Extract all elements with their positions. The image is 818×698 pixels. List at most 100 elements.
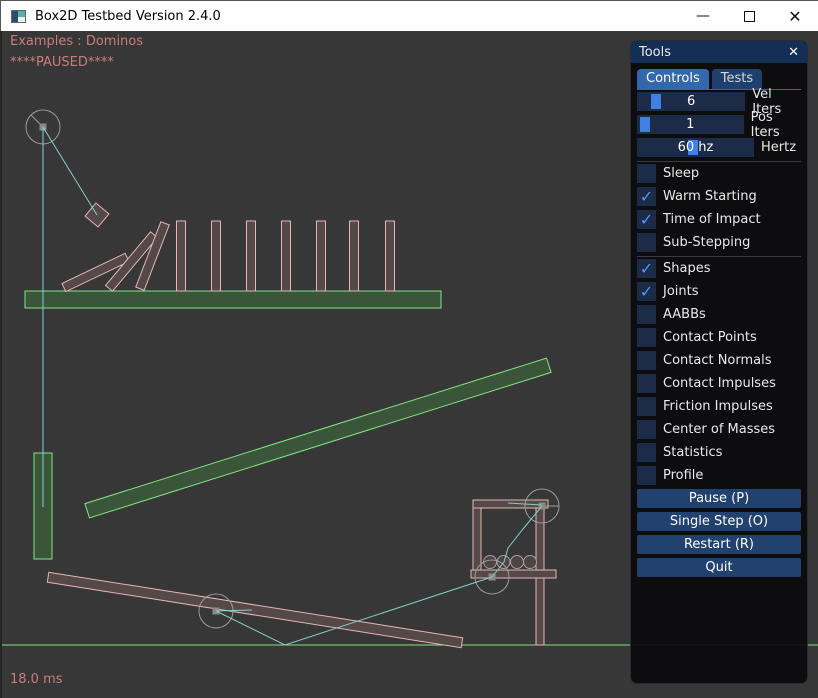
checkbox-box[interactable] (637, 233, 656, 252)
checkbox-statistics[interactable]: Statistics (637, 443, 801, 462)
checkbox-label: Center of Masses (663, 422, 775, 437)
domino-standing[interactable] (212, 221, 221, 291)
checkbox-contact-points[interactable]: Contact Points (637, 328, 801, 347)
minimize-button[interactable]: — (680, 1, 726, 31)
checkbox-shapes[interactable]: ✓ Shapes (637, 259, 801, 278)
checkbox-box[interactable]: ✓ (637, 187, 656, 206)
vel-iters-slider[interactable]: 6 (637, 92, 745, 111)
tools-panel-content: 6 Vel Iters 1 Pos Iters 60 hz (631, 90, 807, 577)
checkbox-label: Warm Starting (663, 189, 757, 204)
checkbox-box[interactable] (637, 443, 656, 462)
checkbox-label: Contact Impulses (663, 376, 776, 391)
domino-standing[interactable] (386, 221, 395, 291)
hertz-label: Hertz (761, 140, 796, 155)
frame-time-text: 18.0 ms (10, 672, 63, 687)
checkbox-center-of-masses[interactable]: Center of Masses (637, 420, 801, 439)
checkbox-box[interactable] (637, 466, 656, 485)
check-icon: ✓ (640, 261, 653, 277)
quit-button[interactable]: Quit (637, 558, 801, 577)
checkbox-label: Joints (663, 284, 699, 299)
tools-panel-title: Tools (639, 45, 671, 60)
check-icon: ✓ (640, 189, 653, 205)
checkbox-box[interactable] (637, 351, 656, 370)
window-controls: — ✕ (680, 1, 818, 31)
tools-panel-titlebar[interactable]: Tools ✕ (631, 41, 807, 63)
checkbox-profile[interactable]: Profile (637, 466, 801, 485)
tab-controls[interactable]: Controls (637, 69, 709, 89)
tools-close-icon[interactable]: ✕ (788, 45, 799, 60)
close-button[interactable]: ✕ (772, 1, 818, 31)
restart-button[interactable]: Restart (R) (637, 535, 801, 554)
checkbox-label: Statistics (663, 445, 722, 460)
checkbox-box[interactable]: ✓ (637, 210, 656, 229)
checkbox-time-of-impact[interactable]: ✓ Time of Impact (637, 210, 801, 229)
domino-standing[interactable] (350, 221, 359, 291)
domino-platform (25, 291, 441, 308)
static-bodies-group (25, 291, 551, 559)
checkbox-joints[interactable]: ✓ Joints (637, 282, 801, 301)
vel-iters-value: 6 (637, 92, 745, 111)
window-title: Box2D Testbed Version 2.4.0 (35, 9, 221, 24)
checkbox-aabbs[interactable]: AABBs (637, 305, 801, 324)
domino-standing[interactable] (282, 221, 291, 291)
checkbox-box[interactable] (637, 374, 656, 393)
checkbox-box[interactable] (637, 397, 656, 416)
checkbox-sleep[interactable]: Sleep (637, 164, 801, 183)
checkbox-label: Sleep (663, 166, 699, 181)
checkbox-box[interactable] (637, 328, 656, 347)
frame-shelf[interactable] (471, 570, 556, 578)
checkbox-box[interactable] (637, 164, 656, 183)
domino-standing[interactable] (247, 221, 256, 291)
minimize-icon: — (696, 8, 710, 24)
seesaw-plank[interactable] (47, 572, 462, 647)
domino-standing[interactable] (317, 221, 326, 291)
ball[interactable] (511, 556, 524, 569)
separator (637, 161, 801, 162)
shelf-balls-group[interactable] (484, 556, 537, 569)
checkbox-label: Shapes (663, 261, 710, 276)
pause-button[interactable]: Pause (P) (637, 489, 801, 508)
ball[interactable] (524, 556, 537, 569)
checkbox-friction-impulses[interactable]: Friction Impulses (637, 397, 801, 416)
checkbox-box[interactable]: ✓ (637, 259, 656, 278)
checkbox-box[interactable]: ✓ (637, 282, 656, 301)
maximize-button[interactable] (726, 1, 772, 31)
ball[interactable] (484, 556, 497, 569)
slider-row-hertz: 60 hz Hertz (637, 138, 801, 157)
checkbox-sub-stepping[interactable]: Sub-Stepping (637, 233, 801, 252)
slider-row-vel-iters: 6 Vel Iters (637, 92, 801, 111)
app-window: Box2D Testbed Version 2.4.0 — ✕ (0, 0, 818, 698)
window-titlebar: Box2D Testbed Version 2.4.0 — ✕ (0, 0, 818, 31)
single-step-button[interactable]: Single Step (O) (637, 512, 801, 531)
joint-line-pendulum (43, 127, 97, 215)
checkbox-label: Contact Normals (663, 353, 772, 368)
check-icon: ✓ (640, 212, 653, 228)
domino-standing[interactable] (177, 221, 186, 291)
physics-canvas[interactable]: Examples : Dominos ****PAUSED**** 18.0 m… (0, 31, 818, 698)
paused-text: ****PAUSED**** (10, 55, 114, 70)
checkbox-label: AABBs (663, 307, 706, 322)
close-icon: ✕ (788, 7, 801, 26)
checkbox-label: Friction Impulses (663, 399, 773, 414)
checkbox-label: Time of Impact (663, 212, 761, 227)
checkbox-box[interactable] (637, 305, 656, 324)
checkbox-label: Contact Points (663, 330, 757, 345)
green-ramp-plank (85, 358, 551, 518)
hertz-value: 60 hz (637, 138, 754, 157)
joint-anchor-squares (40, 124, 546, 615)
example-title-text: Examples : Dominos (10, 34, 143, 49)
checkbox-box[interactable] (637, 420, 656, 439)
frame-top-beam[interactable] (473, 500, 548, 508)
checkbox-warm-starting[interactable]: ✓ Warm Starting (637, 187, 801, 206)
hertz-slider[interactable]: 60 hz (637, 138, 754, 157)
check-icon: ✓ (640, 284, 653, 300)
checkbox-label: Profile (663, 468, 703, 483)
frame-left-post[interactable] (473, 508, 481, 570)
checkbox-contact-normals[interactable]: Contact Normals (637, 351, 801, 370)
app-icon (11, 10, 26, 23)
checkbox-contact-impulses[interactable]: Contact Impulses (637, 374, 801, 393)
tools-panel: Tools ✕ Controls Tests 6 Vel Iters (630, 40, 808, 684)
app-icon-right (18, 11, 25, 22)
pos-iters-slider[interactable]: 1 (637, 115, 744, 134)
pos-iters-value: 1 (637, 115, 744, 134)
